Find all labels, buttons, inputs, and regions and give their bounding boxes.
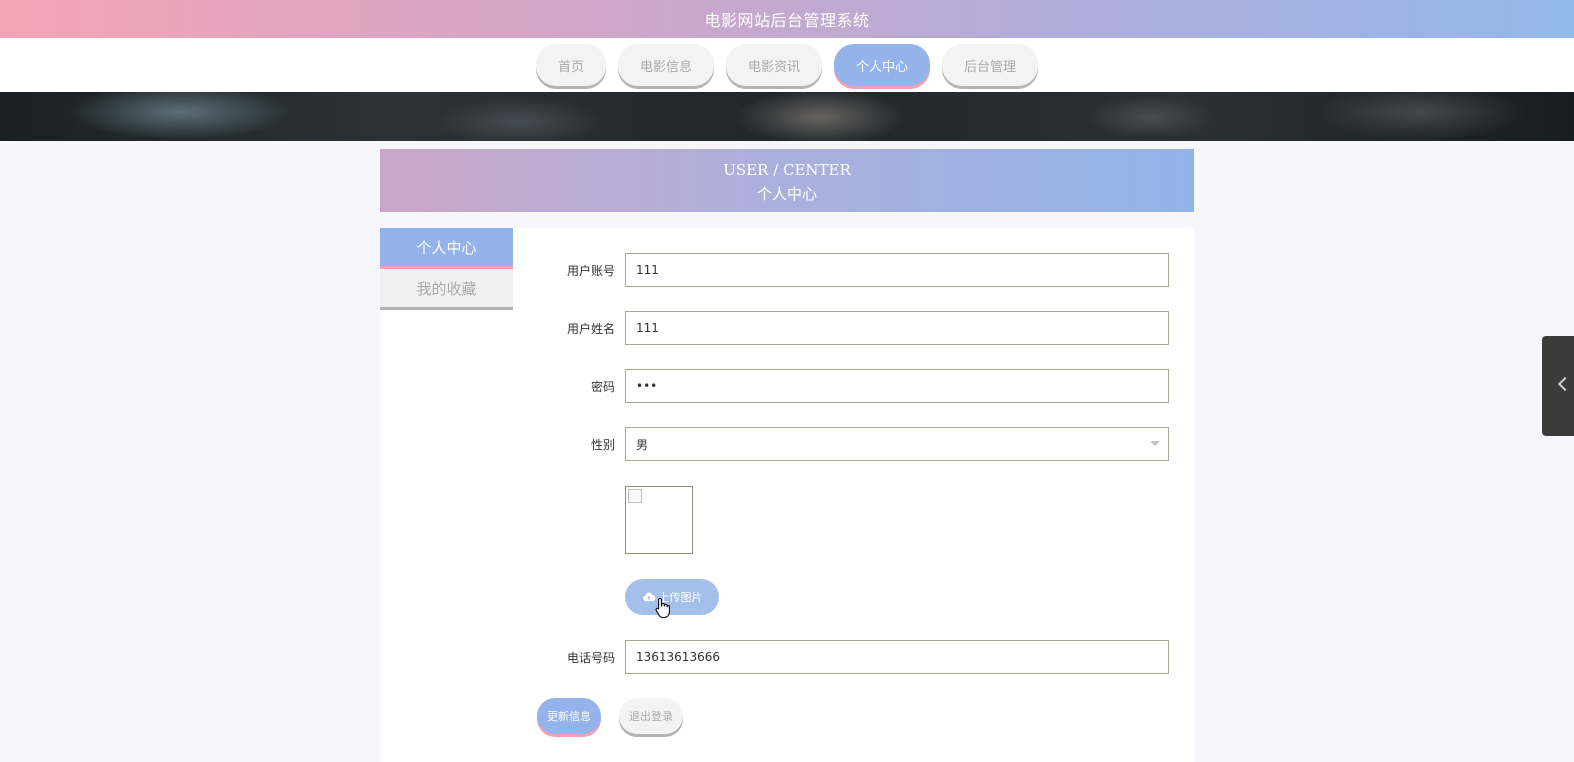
gender-value: 男 xyxy=(636,437,649,452)
account-input[interactable]: 111 xyxy=(625,253,1169,287)
chevron-down-icon xyxy=(1150,441,1160,446)
phone-label: 电话号码 xyxy=(566,650,615,665)
gender-select[interactable]: 男 xyxy=(625,427,1169,461)
phone-input[interactable]: 13613613666 xyxy=(625,640,1169,674)
name-input[interactable]: 111 xyxy=(625,311,1169,345)
hand-pointer-icon xyxy=(655,597,670,619)
password-label: 密码 xyxy=(590,379,615,394)
nav-item-user-center[interactable]: 个人中心 xyxy=(834,44,930,86)
banner-image xyxy=(0,92,1574,141)
content-panel: 个人中心 我的收藏 用户账号 111 用户姓名 111 密码 ••• 性别 男 … xyxy=(380,228,1194,762)
password-input[interactable]: ••• xyxy=(625,369,1169,403)
side-drawer-handle[interactable] xyxy=(1542,336,1574,436)
form-row-gender: 性别 男 xyxy=(380,427,1194,461)
form-row-phone: 电话号码 13613613666 xyxy=(380,640,1194,674)
site-title: 电影网站后台管理系统 xyxy=(704,11,870,30)
top-header-bar: 电影网站后台管理系统 xyxy=(0,0,1574,38)
nav-item-movie-news[interactable]: 电影资讯 xyxy=(726,44,822,86)
main-nav: 首页 电影信息 电影资讯 个人中心 后台管理 xyxy=(0,44,1574,90)
name-label: 用户姓名 xyxy=(566,321,615,336)
form-row-name: 用户姓名 111 xyxy=(380,311,1194,345)
nav-item-movie-info[interactable]: 电影信息 xyxy=(618,44,714,86)
section-title-cn: 个人中心 xyxy=(756,185,817,203)
nav-item-admin[interactable]: 后台管理 xyxy=(942,44,1038,86)
nav-item-home[interactable]: 首页 xyxy=(536,44,606,86)
form-row-account: 用户账号 111 xyxy=(380,253,1194,287)
gender-label: 性别 xyxy=(590,437,615,452)
form-row-password: 密码 ••• xyxy=(380,369,1194,403)
broken-image-icon xyxy=(628,489,642,503)
cloud-upload-icon xyxy=(642,592,655,602)
update-info-button[interactable]: 更新信息 xyxy=(537,698,601,734)
logout-button[interactable]: 退出登录 xyxy=(619,698,683,734)
section-title-en: USER / CENTER xyxy=(723,161,851,179)
section-header: USER / CENTER 个人中心 xyxy=(380,149,1194,212)
account-label: 用户账号 xyxy=(566,263,615,278)
chevron-left-icon xyxy=(1557,376,1573,392)
avatar-preview xyxy=(625,486,693,554)
upload-image-button[interactable]: 上传图片 xyxy=(625,579,719,615)
